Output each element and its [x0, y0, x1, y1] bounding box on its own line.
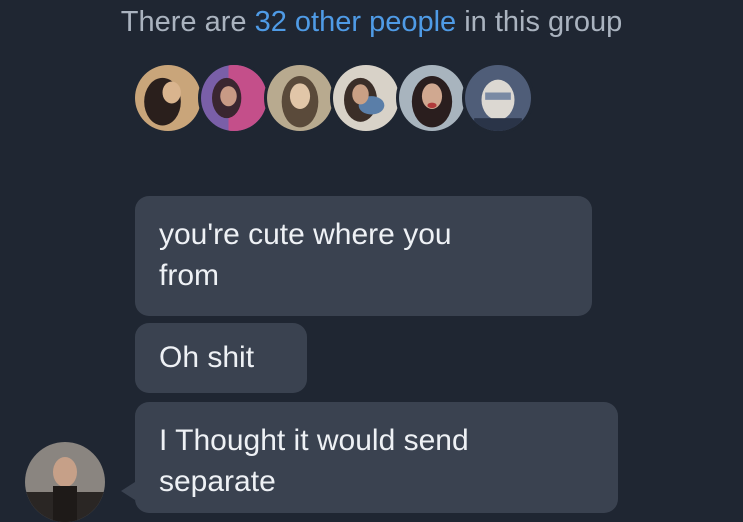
message-text-line: I Thought it would send: [159, 424, 469, 457]
message-bubble[interactable]: Oh shit: [135, 323, 307, 393]
message-text-line: Oh shit: [159, 341, 255, 374]
message-text-line: separate: [159, 465, 276, 498]
member-avatar-3[interactable]: [264, 62, 336, 134]
member-avatar-1[interactable]: [132, 62, 204, 134]
member-avatar-5[interactable]: [396, 62, 468, 134]
member-avatar-4[interactable]: [330, 62, 402, 134]
group-info-suffix: in this group: [456, 6, 623, 38]
message-text-line: you're cute where you: [159, 218, 452, 251]
other-people-link[interactable]: 32 other people: [255, 6, 457, 38]
message-text-line: from: [159, 259, 219, 292]
member-avatar-2[interactable]: [198, 62, 270, 134]
sender-avatar[interactable]: [25, 442, 105, 522]
group-members-info: There are 32 other people in this group: [0, 6, 743, 39]
group-info-prefix: There are: [120, 6, 255, 38]
message-bubble[interactable]: I Thought it would send separate: [121, 402, 618, 513]
member-avatar-6[interactable]: [462, 62, 534, 134]
message-bubble[interactable]: you're cute where you from: [135, 196, 592, 316]
member-avatars: [132, 62, 534, 134]
